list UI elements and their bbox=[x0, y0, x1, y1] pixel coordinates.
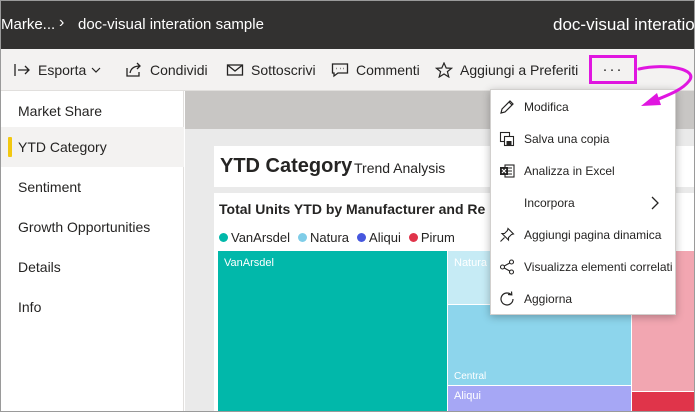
sidebar-item-sentiment[interactable]: Sentiment bbox=[1, 167, 184, 207]
refresh-icon bbox=[499, 291, 515, 307]
related-icon bbox=[499, 259, 515, 275]
more-options-menu: Modifica Salva una copia Analizza in Exc… bbox=[490, 89, 676, 315]
menu-item-pin-live-page[interactable]: Aggiungi pagina dinamica bbox=[491, 219, 677, 251]
annotation-arrow-icon bbox=[637, 65, 693, 106]
sidebar-item-info[interactable]: Info bbox=[1, 287, 184, 327]
pages-sidebar: Market Share YTD Category Sentiment Grow… bbox=[1, 91, 184, 411]
comments-label: Commenti bbox=[356, 62, 420, 78]
menu-item-label: Salva una copia bbox=[524, 132, 610, 146]
sidebar-item-details[interactable]: Details bbox=[1, 247, 184, 287]
menu-item-label: Incorpora bbox=[524, 196, 575, 210]
report-title: doc-visual interation bbox=[553, 15, 695, 34]
active-page-indicator bbox=[8, 137, 12, 157]
tile-label: Aliqui bbox=[454, 390, 481, 402]
export-button[interactable]: Esporta bbox=[13, 61, 101, 79]
sidebar-item-ytd-category[interactable]: YTD Category bbox=[1, 127, 184, 167]
subscribe-label: Sottoscrivi bbox=[251, 62, 316, 78]
legend-item-aliqui[interactable]: Aliqui bbox=[357, 230, 401, 245]
legend-label: Pirum bbox=[420, 230, 455, 245]
powerbi-window: Marke... › doc-visual interation sample … bbox=[0, 0, 695, 412]
favorites-button[interactable]: Aggiungi a Preferiti bbox=[435, 61, 578, 79]
menu-item-view-related[interactable]: Visualizza elementi correlati bbox=[491, 251, 677, 283]
legend-dot bbox=[298, 233, 308, 242]
tile-label: Central bbox=[454, 371, 487, 382]
legend-item-vanarsdel[interactable]: VanArsdel bbox=[219, 230, 290, 245]
legend-dot bbox=[357, 233, 367, 242]
menu-item-label: Visualizza elementi correlati bbox=[524, 260, 673, 274]
treemap-tile-natura-central[interactable]: Central bbox=[448, 305, 631, 385]
legend-label: Natura bbox=[310, 230, 350, 245]
menu-item-embed[interactable]: Incorpora bbox=[491, 187, 677, 219]
menu-item-analyze-excel[interactable]: Analizza in Excel bbox=[491, 155, 677, 187]
sidebar-item-label: Growth Opportunities bbox=[18, 219, 151, 235]
chevron-right-icon: › bbox=[59, 14, 65, 31]
menu-item-save-copy[interactable]: Salva una copia bbox=[491, 123, 677, 155]
chevron-down-icon bbox=[91, 67, 101, 73]
menu-item-label: Aggiorna bbox=[524, 292, 573, 306]
treemap-tile-pirum-region[interactable] bbox=[632, 392, 694, 411]
comments-button[interactable]: Commenti bbox=[331, 61, 420, 79]
legend-label: VanArsdel bbox=[231, 230, 291, 245]
page-title: YTD Category bbox=[220, 155, 353, 177]
sidebar-item-label: Sentiment bbox=[18, 179, 82, 195]
page-subtitle: Trend Analysis bbox=[354, 160, 446, 176]
legend-item-pirum[interactable]: Pirum bbox=[408, 230, 455, 245]
legend: VanArsdel Natura Aliqui Pirum bbox=[219, 230, 463, 245]
treemap-tile-aliqui[interactable]: Aliqui bbox=[448, 386, 631, 411]
top-bar: Marke... › doc-visual interation sample … bbox=[1, 1, 695, 49]
comment-icon bbox=[331, 62, 349, 78]
breadcrumb-workspace[interactable]: Marke... bbox=[1, 16, 55, 33]
excel-icon bbox=[499, 163, 515, 179]
sidebar-item-label: Info bbox=[18, 299, 42, 315]
pencil-icon bbox=[499, 99, 515, 115]
tile-label: Natura bbox=[454, 257, 488, 269]
save-copy-icon bbox=[499, 131, 515, 147]
sidebar-item-label: Market Share bbox=[18, 103, 103, 119]
mail-icon bbox=[226, 62, 244, 78]
favorites-label: Aggiungi a Preferiti bbox=[460, 62, 579, 78]
legend-label: Aliqui bbox=[369, 230, 401, 245]
export-label: Esporta bbox=[38, 62, 87, 78]
share-icon bbox=[125, 62, 143, 78]
share-label: Condividi bbox=[150, 62, 208, 78]
pin-icon bbox=[499, 227, 515, 243]
breadcrumb-report[interactable]: doc-visual interation sample bbox=[78, 16, 264, 33]
export-icon bbox=[13, 62, 31, 78]
sidebar-item-market-share[interactable]: Market Share bbox=[1, 91, 184, 131]
action-bar: Esporta Condividi Sottoscrivi Commenti A… bbox=[1, 49, 694, 91]
menu-item-refresh[interactable]: Aggiorna bbox=[491, 283, 677, 315]
legend-item-natura[interactable]: Natura bbox=[298, 230, 349, 245]
menu-item-label: Modifica bbox=[524, 100, 569, 114]
chevron-right-icon bbox=[651, 196, 659, 210]
menu-item-label: Analizza in Excel bbox=[524, 164, 615, 178]
sidebar-item-label: YTD Category bbox=[18, 139, 107, 155]
visual-title: Total Units YTD by Manufacturer and Re bbox=[219, 201, 486, 217]
star-icon bbox=[435, 62, 453, 78]
legend-dot bbox=[219, 233, 228, 242]
subscribe-button[interactable]: Sottoscrivi bbox=[226, 61, 316, 79]
share-button[interactable]: Condividi bbox=[125, 61, 208, 79]
tile-label: VanArsdel bbox=[224, 257, 274, 269]
sidebar-item-label: Details bbox=[18, 259, 61, 275]
treemap-tile-vanarsdel[interactable]: VanArsdel bbox=[218, 251, 447, 411]
legend-dot bbox=[408, 233, 418, 242]
sidebar-item-growth-opportunities[interactable]: Growth Opportunities bbox=[1, 207, 184, 247]
menu-item-label: Aggiungi pagina dinamica bbox=[524, 228, 662, 242]
